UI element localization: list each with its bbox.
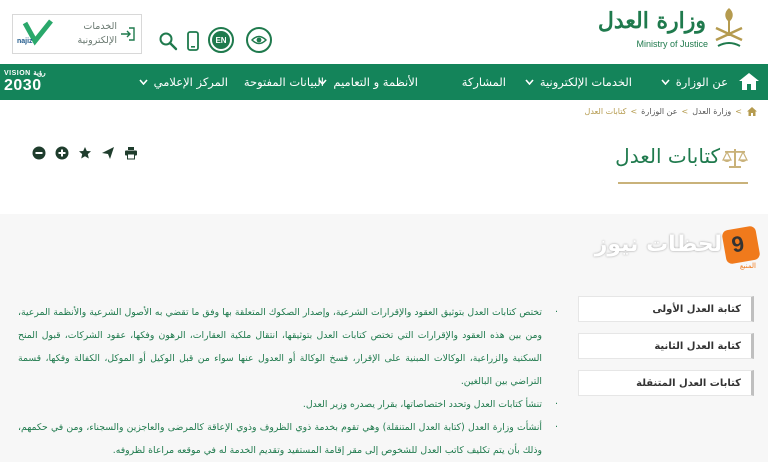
login-arrow-icon xyxy=(121,27,135,41)
watermark-text: لحظات نيوز xyxy=(594,232,722,257)
paragraph: تنشأ كتابات العدل وتحدد اختصاصاتها، بقرا… xyxy=(18,393,558,416)
home-icon[interactable] xyxy=(746,106,758,117)
eservices-label: الخدمات الإلكترونية xyxy=(77,21,118,46)
language-toggle-button[interactable]: EN xyxy=(208,27,234,53)
paragraph: أنشأت وزارة العدل (كتابة العدل المتنقلة)… xyxy=(18,416,558,462)
share-toolbar xyxy=(32,146,138,160)
nav-item-participation[interactable]: المشاركة xyxy=(462,75,506,89)
top-bar: وزارة العدل Ministry of Justice EN الخدم… xyxy=(0,0,768,64)
eye-icon xyxy=(251,35,267,45)
sidebar-item-second-notary[interactable]: كتابة العدل الثانية xyxy=(578,333,754,359)
vision-2030-logo[interactable]: VISION رؤية 2030 xyxy=(4,67,62,97)
send-icon[interactable] xyxy=(101,146,115,160)
najiz-logo-icon xyxy=(22,19,53,46)
nav-item-media-center[interactable]: المركز الإعلامي xyxy=(139,75,228,89)
content-area: لحظات نيوز 9 المنبع كتابة العدل الأولى ك… xyxy=(0,214,768,462)
watermark-badge: 9 xyxy=(721,225,761,265)
brand-name-ar: وزارة العدل xyxy=(597,8,706,34)
breadcrumb: > وزارة العدل > عن الوزارة > كتابات العد… xyxy=(585,106,758,117)
chevron-down-icon xyxy=(661,79,670,85)
najiz-label: najiz xyxy=(17,38,33,45)
plus-icon[interactable] xyxy=(55,146,69,160)
chevron-down-icon xyxy=(525,79,534,85)
brand-name-en: Ministry of Justice xyxy=(636,39,708,49)
mobile-icon[interactable] xyxy=(186,31,200,51)
search-icon[interactable] xyxy=(158,31,178,51)
star-icon[interactable] xyxy=(78,146,92,160)
nav-item-regulations[interactable]: الأنظمة و التعاميم xyxy=(318,75,418,89)
page-title: كتابات العدل xyxy=(615,144,720,168)
home-icon[interactable] xyxy=(738,71,760,91)
chevron-down-icon xyxy=(139,79,148,85)
breadcrumb-item[interactable]: وزارة العدل xyxy=(692,107,731,116)
language-icon: EN xyxy=(212,31,230,49)
nav-item-about[interactable]: عن الوزارة xyxy=(661,75,728,89)
article-text: تختص كتابات العدل بتوثيق العقود والإقرار… xyxy=(18,301,558,462)
sidebar-item-mobile-notary[interactable]: كتابات العدل المتنقلة xyxy=(578,370,754,396)
accessibility-view-button[interactable] xyxy=(246,27,272,53)
main-nav: عن الوزارة الخدمات الإلكترونية المشاركة … xyxy=(0,64,768,100)
nav-item-eservices[interactable]: الخدمات الإلكترونية xyxy=(525,75,632,89)
ministry-logo[interactable]: وزارة العدل Ministry of Justice xyxy=(598,6,746,52)
eservices-najiz-link[interactable]: الخدمات الإلكترونية najiz xyxy=(12,14,142,54)
breadcrumb-item[interactable]: عن الوزارة xyxy=(641,107,677,116)
saudi-emblem-icon xyxy=(715,8,743,47)
scales-of-justice-icon xyxy=(722,149,748,168)
print-icon[interactable] xyxy=(124,146,138,160)
breadcrumb-current: كتابات العدل xyxy=(584,107,627,116)
minus-icon[interactable] xyxy=(32,146,46,160)
sidebar-item-first-notary[interactable]: كتابة العدل الأولى xyxy=(578,296,754,322)
sidebar: كتابة العدل الأولى كتابة العدل الثانية ك… xyxy=(578,296,754,407)
watermark: لحظات نيوز 9 المنبع xyxy=(595,224,762,272)
watermark-sub: المنبع xyxy=(739,262,756,270)
paragraph: تختص كتابات العدل بتوثيق العقود والإقرار… xyxy=(18,301,558,393)
page-title-block: كتابات العدل xyxy=(615,140,748,184)
nav-item-open-data[interactable]: البيانات المفتوحة xyxy=(244,75,324,89)
